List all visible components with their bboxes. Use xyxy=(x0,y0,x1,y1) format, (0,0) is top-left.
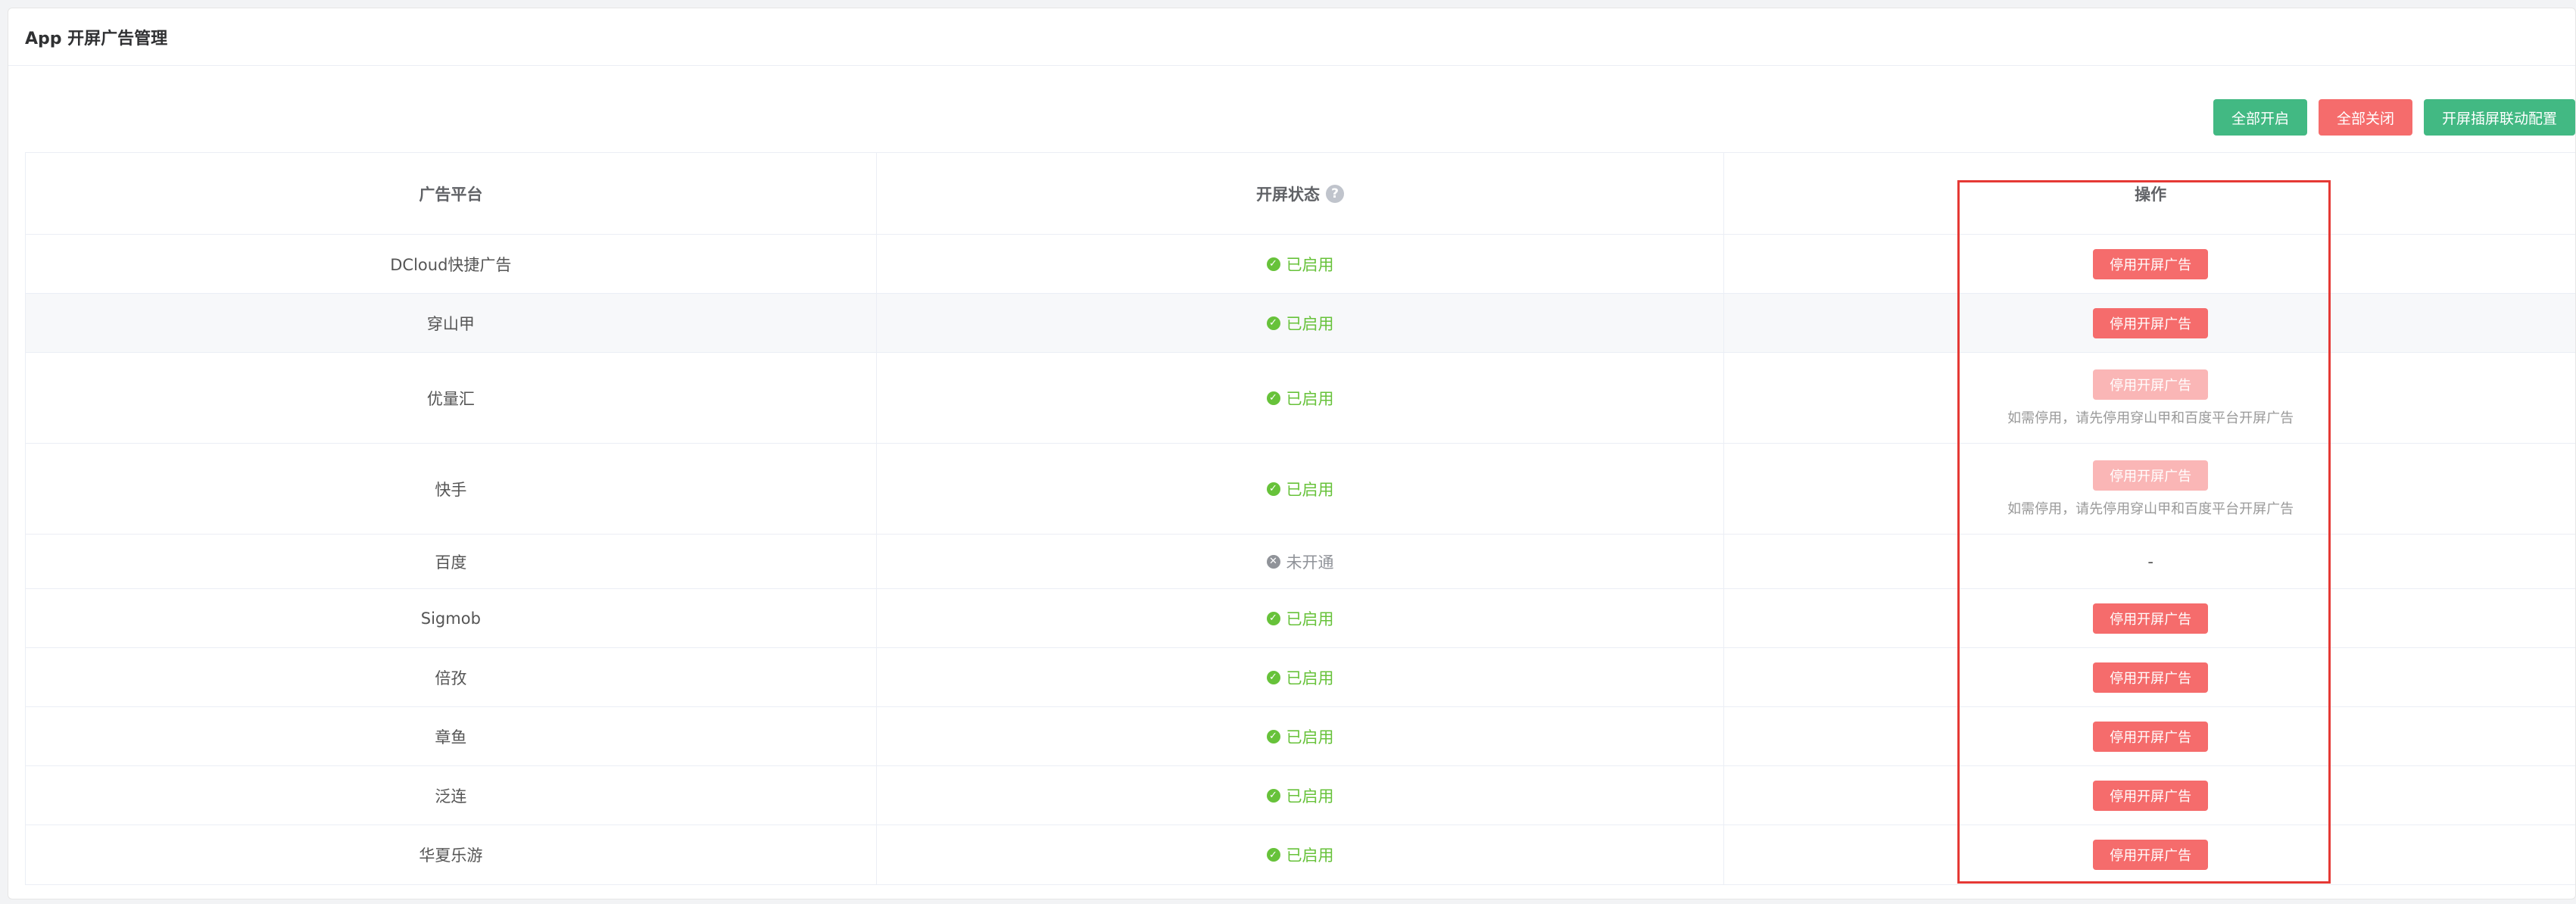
question-circle-icon[interactable]: ? xyxy=(1326,184,1344,203)
platform-cell: 倍孜 xyxy=(26,648,877,706)
platform-cell: 章鱼 xyxy=(26,707,877,765)
table-header-row: 广告平台 开屏状态 ? 操作 xyxy=(26,153,2575,235)
status-badge: ✓ 已启用 xyxy=(1266,784,1334,807)
status-cell: ✓ 已启用 xyxy=(877,353,1725,443)
check-circle-icon: ✓ xyxy=(1266,670,1280,684)
action-cell: 停用开屏广告 xyxy=(1724,825,2575,884)
check-circle-icon: ✓ xyxy=(1266,316,1280,330)
linkage-config-button[interactable]: 开屏插屏联动配置 xyxy=(2423,99,2575,136)
check-circle-icon: ✓ xyxy=(1266,391,1280,405)
empty-action: - xyxy=(2147,552,2153,571)
page-title: App 开屏广告管理 xyxy=(25,29,168,48)
status-cell: ✓ 已启用 xyxy=(877,444,1725,534)
disable-hint: 如需停用，请先停用穿山甲和百度平台开屏广告 xyxy=(2007,500,2294,517)
check-circle-icon: ✓ xyxy=(1266,788,1280,803)
column-header-platform: 广告平台 xyxy=(26,153,877,234)
enable-all-button[interactable]: 全部开启 xyxy=(2213,99,2307,136)
action-cell: 停用开屏广告 如需停用，请先停用穿山甲和百度平台开屏广告 xyxy=(1724,444,2575,534)
action-cell: 停用开屏广告 xyxy=(1724,707,2575,765)
close-circle-icon: ✕ xyxy=(1266,554,1280,569)
action-cell: 停用开屏广告 xyxy=(1724,235,2575,293)
status-cell: ✓ 已启用 xyxy=(877,589,1725,647)
check-circle-icon: ✓ xyxy=(1266,257,1280,271)
table-row: DCloud快捷广告 ✓ 已启用 停用开屏广告 xyxy=(26,235,2575,294)
status-cell: ✓ 已启用 xyxy=(877,766,1725,825)
stop-splash-ad-button[interactable]: 停用开屏广告 xyxy=(2093,840,2209,870)
status-badge: ✓ 已启用 xyxy=(1266,387,1334,410)
status-badge: ✓ 已启用 xyxy=(1266,725,1334,748)
column-header-action: 操作 xyxy=(2135,185,2167,204)
status-badge: ✕ 未开通 xyxy=(1266,550,1334,573)
status-badge: ✓ 已启用 xyxy=(1266,666,1334,689)
disable-all-button[interactable]: 全部关闭 xyxy=(2318,99,2412,136)
stop-splash-ad-button[interactable]: 停用开屏广告 xyxy=(2093,248,2209,279)
stop-splash-ad-button-disabled: 停用开屏广告 xyxy=(2093,460,2209,491)
column-header-status: 开屏状态 ? xyxy=(877,153,1725,234)
action-cell: - xyxy=(1724,535,2575,588)
platform-cell: 泛连 xyxy=(26,766,877,825)
action-cell: 停用开屏广告 xyxy=(1724,648,2575,706)
table-row: Sigmob ✓ 已启用 停用开屏广告 xyxy=(26,589,2575,648)
status-badge: ✓ 已启用 xyxy=(1266,253,1334,276)
status-cell: ✓ 已启用 xyxy=(877,294,1725,352)
table-row: 快手 ✓ 已启用 停用开屏广告 如需停用，请先停用穿山甲和百度平台开屏广告 xyxy=(26,444,2575,535)
platform-cell: 快手 xyxy=(26,444,877,534)
table-row: 泛连 ✓ 已启用 停用开屏广告 xyxy=(26,766,2575,825)
action-cell: 停用开屏广告 xyxy=(1724,294,2575,352)
stop-splash-ad-button[interactable]: 停用开屏广告 xyxy=(2093,662,2209,693)
status-badge: ✓ 已启用 xyxy=(1266,843,1334,866)
status-cell: ✓ 已启用 xyxy=(877,235,1725,293)
table-row: 百度 ✕ 未开通 - xyxy=(26,535,2575,589)
status-badge: ✓ 已启用 xyxy=(1266,478,1334,500)
stop-splash-ad-button[interactable]: 停用开屏广告 xyxy=(2093,307,2209,338)
table-row: 穿山甲 ✓ 已启用 停用开屏广告 xyxy=(26,294,2575,353)
status-cell: ✕ 未开通 xyxy=(877,535,1725,588)
check-circle-icon: ✓ xyxy=(1266,482,1280,496)
check-circle-icon: ✓ xyxy=(1266,848,1280,862)
table-row: 倍孜 ✓ 已启用 停用开屏广告 xyxy=(26,648,2575,707)
ad-management-card: App 开屏广告管理 全部开启 全部关闭 开屏插屏联动配置 广告平台 开屏状态 … xyxy=(8,8,2576,899)
ad-platform-table: 广告平台 开屏状态 ? 操作 DCloud快捷广告 ✓ 已启用 停用开屏广告 穿山… xyxy=(25,152,2575,885)
platform-cell: 华夏乐游 xyxy=(26,825,877,884)
status-badge: ✓ 已启用 xyxy=(1266,312,1334,335)
status-badge: ✓ 已启用 xyxy=(1266,607,1334,630)
status-cell: ✓ 已启用 xyxy=(877,648,1725,706)
platform-cell: 穿山甲 xyxy=(26,294,877,352)
stop-splash-ad-button[interactable]: 停用开屏广告 xyxy=(2093,721,2209,752)
status-cell: ✓ 已启用 xyxy=(877,707,1725,765)
check-circle-icon: ✓ xyxy=(1266,611,1280,625)
check-circle-icon: ✓ xyxy=(1266,729,1280,743)
table-row: 优量汇 ✓ 已启用 停用开屏广告 如需停用，请先停用穿山甲和百度平台开屏广告 xyxy=(26,353,2575,444)
toolbar: 全部开启 全部关闭 开屏插屏联动配置 xyxy=(2213,99,2575,136)
stop-splash-ad-button-disabled: 停用开屏广告 xyxy=(2093,369,2209,400)
platform-cell: DCloud快捷广告 xyxy=(26,235,877,293)
card-header: App 开屏广告管理 xyxy=(8,8,2575,66)
table-row: 华夏乐游 ✓ 已启用 停用开屏广告 xyxy=(26,825,2575,884)
platform-cell: 优量汇 xyxy=(26,353,877,443)
stop-splash-ad-button[interactable]: 停用开屏广告 xyxy=(2093,780,2209,811)
action-cell: 停用开屏广告 xyxy=(1724,766,2575,825)
platform-cell: 百度 xyxy=(26,535,877,588)
action-cell: 停用开屏广告 如需停用，请先停用穿山甲和百度平台开屏广告 xyxy=(1724,353,2575,443)
action-cell: 停用开屏广告 xyxy=(1724,589,2575,647)
status-cell: ✓ 已启用 xyxy=(877,825,1725,884)
disable-hint: 如需停用，请先停用穿山甲和百度平台开屏广告 xyxy=(2007,410,2294,426)
table-row: 章鱼 ✓ 已启用 停用开屏广告 xyxy=(26,707,2575,766)
stop-splash-ad-button[interactable]: 停用开屏广告 xyxy=(2093,603,2209,634)
platform-cell: Sigmob xyxy=(26,589,877,647)
